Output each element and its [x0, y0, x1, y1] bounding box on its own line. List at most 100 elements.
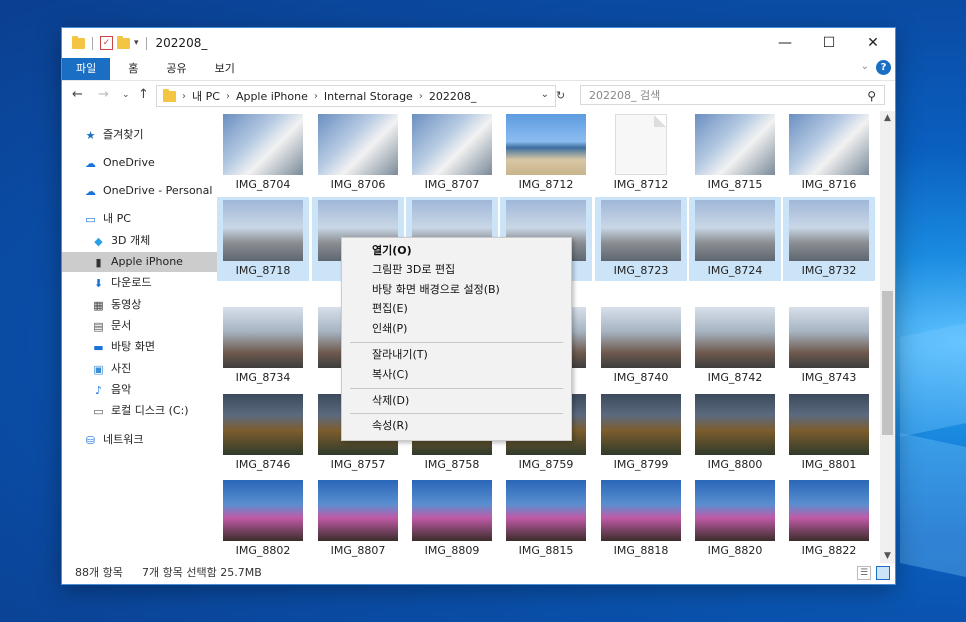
sidebar-item-label: 내 PC [103, 212, 131, 225]
file-item[interactable]: IMG_8807 [312, 477, 404, 561]
sidebar-item-3d-objects[interactable]: ◆ 3D 개체 [92, 231, 150, 251]
back-icon[interactable]: ← [72, 87, 83, 102]
file-item[interactable]: IMG_8712 [595, 111, 687, 195]
sidebar-item-apple-iphone[interactable]: ▮ Apple iPhone [62, 252, 231, 272]
search-input[interactable]: 202208_ 검색 ⚲ [580, 85, 885, 105]
sidebar-item-music[interactable]: ♪ 음악 [92, 380, 131, 400]
menu-item-delete[interactable]: 삭제(D) [372, 392, 409, 410]
sidebar-item-videos[interactable]: ▦ 동영상 [92, 295, 141, 315]
file-name: IMG_8712 [518, 178, 574, 191]
file-name: IMG_8802 [235, 544, 291, 557]
vertical-scrollbar[interactable]: ▲ ▼ [880, 111, 895, 563]
file-item[interactable]: IMG_8742 [689, 304, 781, 388]
chevron-right-icon[interactable]: › [226, 91, 230, 102]
sidebar-item-desktop[interactable]: ▬ 바탕 화면 [92, 337, 155, 357]
file-item[interactable]: IMG_8707 [406, 111, 498, 195]
cube-icon: ◆ [94, 234, 103, 248]
file-item[interactable]: IMG_8746 [217, 391, 309, 475]
sidebar-item-favorites[interactable]: ★ 즐겨찾기 [84, 125, 144, 145]
file-item[interactable]: IMG_8723 [595, 197, 687, 281]
file-item[interactable]: IMG_8734 [217, 304, 309, 388]
sidebar-item-local-disk[interactable]: ▭ 로컬 디스크 (C:) [92, 401, 188, 421]
tab-file[interactable]: 파일 [62, 58, 111, 80]
image-thumbnail [695, 394, 775, 455]
cloud-icon: ☁ [85, 156, 96, 170]
recent-locations-icon[interactable]: ⌄ [122, 90, 130, 100]
large-icons-view-icon[interactable] [876, 566, 890, 580]
menu-item-edit[interactable]: 편집(E) [372, 300, 408, 318]
help-icon[interactable]: ? [876, 60, 891, 75]
menu-item-set-background[interactable]: 바탕 화면 배경으로 설정(B) [372, 281, 500, 299]
file-item[interactable]: IMG_8706 [312, 111, 404, 195]
address-bar[interactable]: › 내 PC › Apple iPhone › Internal Storage… [156, 85, 556, 107]
sidebar-item-downloads[interactable]: ⬇ 다운로드 [92, 273, 152, 293]
desktop-wallpaper-light [900, 322, 966, 438]
sidebar-item-onedrive[interactable]: ☁ OneDrive [84, 153, 155, 173]
chevron-right-icon[interactable]: › [182, 91, 186, 102]
menu-item-open[interactable]: 열기(O) [372, 242, 412, 260]
scroll-down-icon[interactable]: ▼ [880, 551, 895, 561]
menu-item-edit-paint3d[interactable]: 그림판 3D로 편집 [372, 261, 455, 279]
maximize-button[interactable]: ☐ [807, 28, 851, 58]
sidebar-item-documents[interactable]: ▤ 문서 [92, 316, 131, 336]
file-item[interactable]: IMG_8715 [689, 111, 781, 195]
tab-home[interactable]: 홈 [110, 58, 152, 80]
expand-ribbon-icon[interactable]: ⌄ [861, 61, 869, 72]
file-item[interactable]: IMG_8740 [595, 304, 687, 388]
menu-item-cut[interactable]: 잘라내기(T) [372, 346, 428, 364]
properties-icon[interactable]: ✓ [100, 36, 113, 50]
up-icon[interactable]: ↑ [138, 87, 149, 102]
file-item[interactable]: IMG_8732 [783, 197, 875, 281]
details-view-icon[interactable]: ☰ [857, 566, 871, 580]
file-item[interactable]: IMG_8718 [217, 197, 309, 281]
file-item[interactable]: IMG_8809 [406, 477, 498, 561]
sidebar-item-this-pc[interactable]: ▭ 내 PC [84, 209, 131, 229]
chevron-right-icon[interactable]: › [314, 91, 318, 102]
file-name: IMG_8740 [613, 371, 669, 384]
menu-item-copy[interactable]: 복사(C) [372, 366, 409, 384]
tab-view[interactable]: 보기 [201, 58, 249, 80]
breadcrumb-folder[interactable]: 202208_ [429, 90, 477, 103]
scroll-up-icon[interactable]: ▲ [880, 113, 895, 123]
close-button[interactable]: ✕ [851, 28, 895, 58]
forward-icon[interactable]: → [98, 87, 109, 102]
file-item[interactable]: IMG_8815 [500, 477, 592, 561]
file-item[interactable]: IMG_8801 [783, 391, 875, 475]
chevron-right-icon[interactable]: › [419, 91, 423, 102]
menu-item-print[interactable]: 인쇄(P) [372, 320, 407, 338]
menu-item-properties[interactable]: 속성(R) [372, 417, 408, 435]
sidebar-item-pictures[interactable]: ▣ 사진 [92, 359, 131, 379]
file-item[interactable]: IMG_8716 [783, 111, 875, 195]
breadcrumb-this-pc[interactable]: 내 PC [192, 88, 220, 104]
file-item[interactable]: IMG_8704 [217, 111, 309, 195]
file-item[interactable]: IMG_8820 [689, 477, 781, 561]
file-item[interactable]: IMG_8818 [595, 477, 687, 561]
sidebar-item-onedrive-personal[interactable]: ☁ OneDrive - Personal [84, 181, 212, 201]
file-item[interactable]: IMG_8743 [783, 304, 875, 388]
image-thumbnail [601, 394, 681, 455]
image-thumbnail [318, 480, 398, 541]
refresh-icon[interactable]: ↻ [556, 89, 565, 102]
tab-share[interactable]: 공유 [152, 58, 200, 80]
sidebar-item-label: 즐겨찾기 [103, 128, 144, 141]
file-name: IMG_8712 [613, 178, 669, 191]
minimize-button[interactable]: — [763, 28, 807, 58]
file-item[interactable]: IMG_8712 [500, 111, 592, 195]
file-item[interactable]: IMG_8724 [689, 197, 781, 281]
file-item[interactable]: IMG_8800 [689, 391, 781, 475]
sidebar-item-network[interactable]: ⛁ 네트워크 [84, 430, 144, 450]
file-name: IMG_8746 [235, 458, 291, 471]
image-thumbnail [223, 480, 303, 541]
file-icon [615, 114, 667, 175]
chevron-down-icon[interactable]: ⌄ [541, 89, 549, 100]
file-item[interactable]: IMG_8799 [595, 391, 687, 475]
file-item[interactable]: IMG_8822 [783, 477, 875, 561]
new-folder-icon[interactable] [117, 35, 130, 49]
breadcrumb-internal-storage[interactable]: Internal Storage [324, 90, 413, 103]
quick-access-toolbar: ✓ ▾ [72, 35, 150, 50]
scrollbar-thumb[interactable] [882, 291, 893, 435]
customize-toolbar-icon[interactable]: ▾ [134, 38, 139, 48]
breadcrumb-apple-iphone[interactable]: Apple iPhone [236, 90, 308, 103]
file-item[interactable]: IMG_8802 [217, 477, 309, 561]
drive-icon: ▭ [93, 404, 104, 418]
